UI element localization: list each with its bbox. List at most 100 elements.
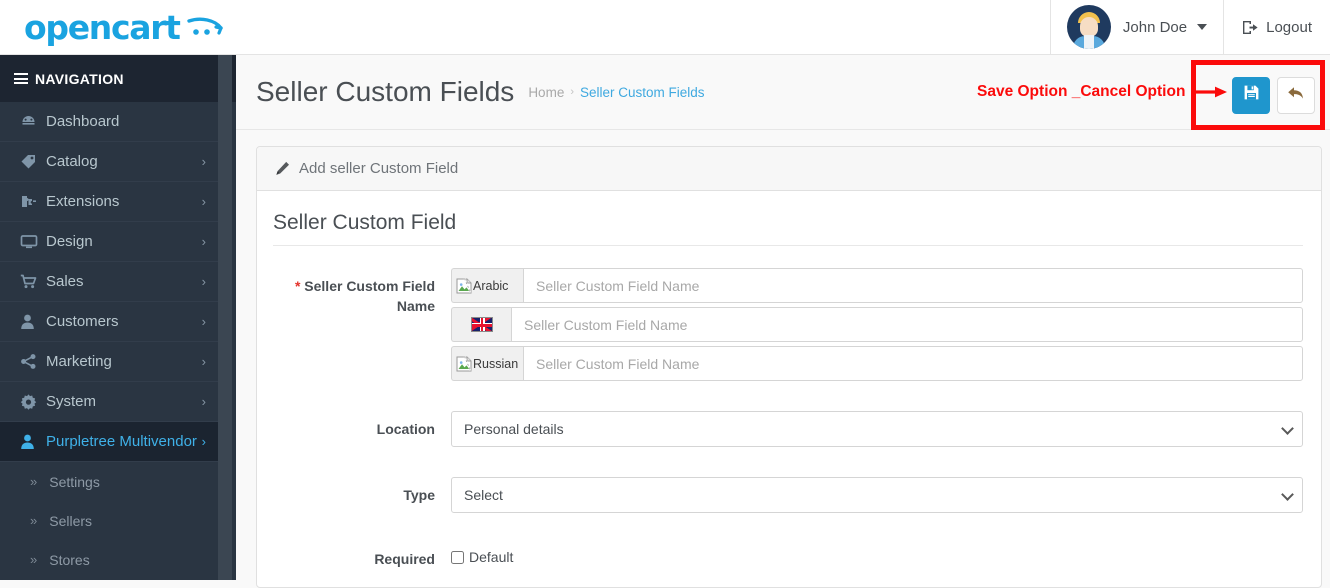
- language-alt-text: Russian: [473, 356, 519, 371]
- chevron-right-icon: ›: [201, 154, 206, 169]
- input-name-arabic[interactable]: [523, 268, 1303, 303]
- panel-body: Seller Custom Field * Seller Custom Fiel…: [257, 191, 1321, 569]
- select-type[interactable]: Select: [451, 477, 1303, 513]
- language-flag-arabic: Arabic: [451, 268, 523, 303]
- required-marker: *: [294, 278, 301, 294]
- user-icon: [20, 433, 46, 450]
- sidebar-item-design[interactable]: Design ›: [0, 222, 218, 262]
- sidebar-item-label: System: [46, 393, 97, 410]
- label-required: Required: [374, 551, 435, 567]
- back-button[interactable]: [1277, 76, 1315, 114]
- sidebar-item-purpletree-multivendor[interactable]: Purpletree Multivendor ›: [0, 422, 218, 462]
- sidebar-subitem-label: Sellers: [49, 512, 93, 529]
- shopping-cart-icon: [20, 273, 46, 290]
- form-legend: Seller Custom Field: [273, 211, 1303, 246]
- checkbox-default[interactable]: [451, 550, 464, 564]
- breadcrumb-separator: ›: [570, 86, 574, 98]
- name-row-russian: Russian: [451, 346, 1303, 381]
- sidebar-item-label: Marketing: [46, 353, 112, 370]
- breadcrumb-home[interactable]: Home: [528, 85, 564, 100]
- save-button[interactable]: [1232, 76, 1270, 114]
- location-control: Personal details: [451, 411, 1303, 447]
- breadcrumb: Home › Seller Custom Fields: [528, 85, 704, 100]
- sidebar-item-label: Customers: [46, 313, 119, 330]
- monitor-icon: [20, 233, 46, 250]
- sidebar-subitem-sellers[interactable]: » Sellers: [0, 501, 218, 540]
- sidebar-item-label: Sales: [46, 273, 84, 290]
- dashboard-icon: [20, 113, 46, 130]
- sidebar: NAVIGATION Dashboard Catalog › Extension…: [0, 55, 236, 580]
- name-row-english: [451, 307, 1303, 342]
- panel-header: Add seller Custom Field: [257, 147, 1321, 191]
- sidebar-item-label: Catalog: [46, 153, 98, 170]
- user-name: John Doe: [1122, 18, 1188, 36]
- form-panel: Add seller Custom Field Seller Custom Fi…: [256, 146, 1322, 588]
- navigation-header[interactable]: NAVIGATION: [0, 55, 236, 102]
- sidebar-item-dashboard[interactable]: Dashboard: [0, 102, 218, 142]
- chevron-right-icon: ›: [201, 234, 206, 249]
- sidebar-item-system[interactable]: System ›: [0, 382, 218, 422]
- input-name-russian[interactable]: [523, 346, 1303, 381]
- required-control: Default: [451, 541, 1303, 565]
- form-row-name: * Seller Custom Field Name Arabic Seller…: [273, 268, 1303, 385]
- logout-button[interactable]: Logout: [1224, 0, 1330, 55]
- brand-name: opencart: [24, 7, 181, 47]
- label-seller-custom-field-name: * Seller Custom Field Name: [273, 268, 451, 316]
- select-location[interactable]: Personal details: [451, 411, 1303, 447]
- sidebar-scrollbar-thumb[interactable]: [218, 55, 232, 385]
- chevron-right-icon: ›: [201, 274, 206, 289]
- sidebar-item-marketing[interactable]: Marketing ›: [0, 342, 218, 382]
- logout-icon: [1242, 20, 1259, 35]
- main-content: Seller Custom Fields Home › Seller Custo…: [236, 55, 1330, 588]
- form-row-location: Location Personal details: [273, 411, 1303, 447]
- share-icon: [20, 353, 46, 370]
- checkbox-default-label[interactable]: Default: [469, 549, 513, 565]
- annotation-text: Save Option _Cancel Option: [977, 83, 1186, 100]
- sidebar-item-label: Extensions: [46, 193, 120, 210]
- user-menu[interactable]: John Doe: [1049, 0, 1225, 55]
- top-bar-right: John Doe Logout: [1049, 0, 1330, 55]
- name-row-arabic: Arabic: [451, 268, 1303, 303]
- puzzle-icon: [20, 193, 46, 210]
- sidebar-scrollbar[interactable]: [218, 55, 232, 580]
- language-flag-english: [451, 307, 511, 342]
- sidebar-item-label: Purpletree Multivendor: [46, 433, 197, 450]
- page-header: Seller Custom Fields Home › Seller Custo…: [236, 55, 1330, 130]
- hamburger-icon: [14, 71, 28, 87]
- sidebar-subitem-stores[interactable]: » Stores: [0, 540, 218, 579]
- user-icon: [20, 313, 46, 330]
- uk-flag-icon: [470, 317, 493, 332]
- sidebar-item-extensions[interactable]: Extensions ›: [0, 182, 218, 222]
- sidebar-item-customers[interactable]: Customers ›: [0, 302, 218, 342]
- chevron-down-icon: [1197, 24, 1208, 30]
- page-actions-highlight: [1191, 60, 1325, 130]
- sidebar-item-sales[interactable]: Sales ›: [0, 262, 218, 302]
- form-row-type: Type Select: [273, 477, 1303, 513]
- brand-logo[interactable]: opencart: [0, 0, 236, 55]
- double-chevron-icon: »: [30, 474, 38, 489]
- avatar: [1066, 5, 1111, 49]
- sidebar-subitem-settings[interactable]: » Settings: [0, 462, 218, 501]
- pencil-icon: [275, 161, 290, 176]
- double-chevron-icon: »: [30, 513, 38, 528]
- broken-image-icon: Russian: [456, 355, 519, 372]
- chevron-right-icon: ›: [201, 394, 206, 409]
- logout-label: Logout: [1266, 18, 1312, 36]
- sidebar-subitem-label: Stores: [49, 551, 90, 568]
- chevron-right-icon: ›: [201, 314, 206, 329]
- chevron-right-icon: ›: [201, 354, 206, 369]
- input-name-english[interactable]: [511, 307, 1303, 342]
- breadcrumb-current[interactable]: Seller Custom Fields: [580, 85, 705, 100]
- tag-icon: [20, 153, 46, 170]
- sidebar-item-catalog[interactable]: Catalog ›: [0, 142, 218, 182]
- page-title: Seller Custom Fields: [256, 76, 515, 107]
- cart-swoosh-icon: [185, 12, 225, 42]
- top-bar: opencart John Doe Logout: [0, 0, 1330, 55]
- broken-image-icon: Arabic: [456, 277, 509, 294]
- navigation-header-label: NAVIGATION: [35, 70, 124, 87]
- save-floppy-icon: [1243, 84, 1260, 106]
- language-alt-text: Arabic: [473, 278, 509, 293]
- gear-icon: [20, 393, 46, 410]
- language-flag-russian: Russian: [451, 346, 523, 381]
- sidebar-item-label: Dashboard: [46, 113, 120, 130]
